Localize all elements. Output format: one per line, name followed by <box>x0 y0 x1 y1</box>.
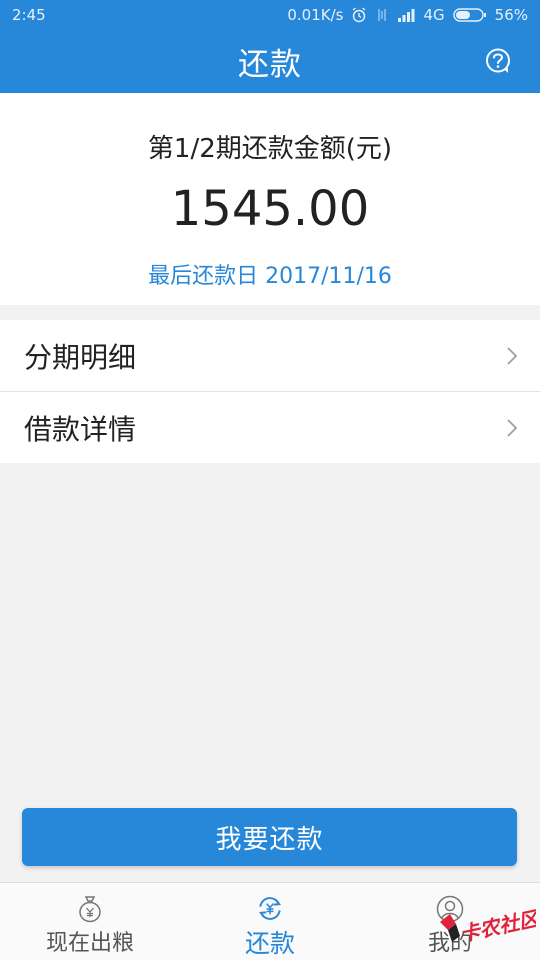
battery-icon <box>452 8 486 22</box>
battery-fill <box>455 11 470 19</box>
tab-income-label: 现在出粮 <box>45 931 134 956</box>
menu-list: 分期明细 借款详情 <box>0 320 540 463</box>
watermark-logo: 卡农社区 <box>440 906 536 947</box>
net-speed: 0.01K/s <box>287 6 344 24</box>
battery-percent: 56% <box>494 6 528 24</box>
refresh-yen-icon <box>258 897 282 920</box>
installment-detail-item[interactable]: 分期明细 <box>0 320 540 391</box>
due-date: 最后还款日 2017/11/16 <box>148 264 392 289</box>
network-type: 4G <box>423 6 445 24</box>
status-time: 2:45 <box>12 6 46 24</box>
loan-detail-item[interactable]: 借款详情 <box>0 391 540 463</box>
loan-detail-label: 借款详情 <box>24 412 137 446</box>
installment-detail-label: 分期明细 <box>24 340 137 374</box>
repay-button[interactable]: 我要还款 <box>22 808 517 866</box>
signal-icon <box>398 9 415 22</box>
nav-bar: 还款 <box>0 30 540 93</box>
period-label: 第1/2期还款金额(元) <box>147 134 393 164</box>
question-circle-icon[interactable] <box>484 47 512 75</box>
repayment-summary: 第1/2期还款金额(元) 1545.00 最后还款日 2017/11/16 <box>0 93 540 305</box>
money-bag-icon <box>79 896 101 923</box>
chevron-right-icon <box>507 346 518 365</box>
page-title: 还款 <box>238 47 302 83</box>
watermark-text: 卡农社区 <box>458 906 536 947</box>
vibrate-icon <box>378 9 387 21</box>
tab-income[interactable]: 现在出粮 <box>0 883 180 960</box>
tab-repay[interactable]: 还款 <box>180 883 360 960</box>
repayment-amount: 1545.00 <box>170 181 370 237</box>
status-bar: 2:45 0.01K/s 4G 56% <box>0 0 540 30</box>
chevron-right-icon <box>507 418 518 437</box>
alarm-icon <box>353 7 366 23</box>
status-indicators: 0.01K/s 4G 56% <box>287 6 528 24</box>
tab-repay-label: 还款 <box>244 929 295 958</box>
